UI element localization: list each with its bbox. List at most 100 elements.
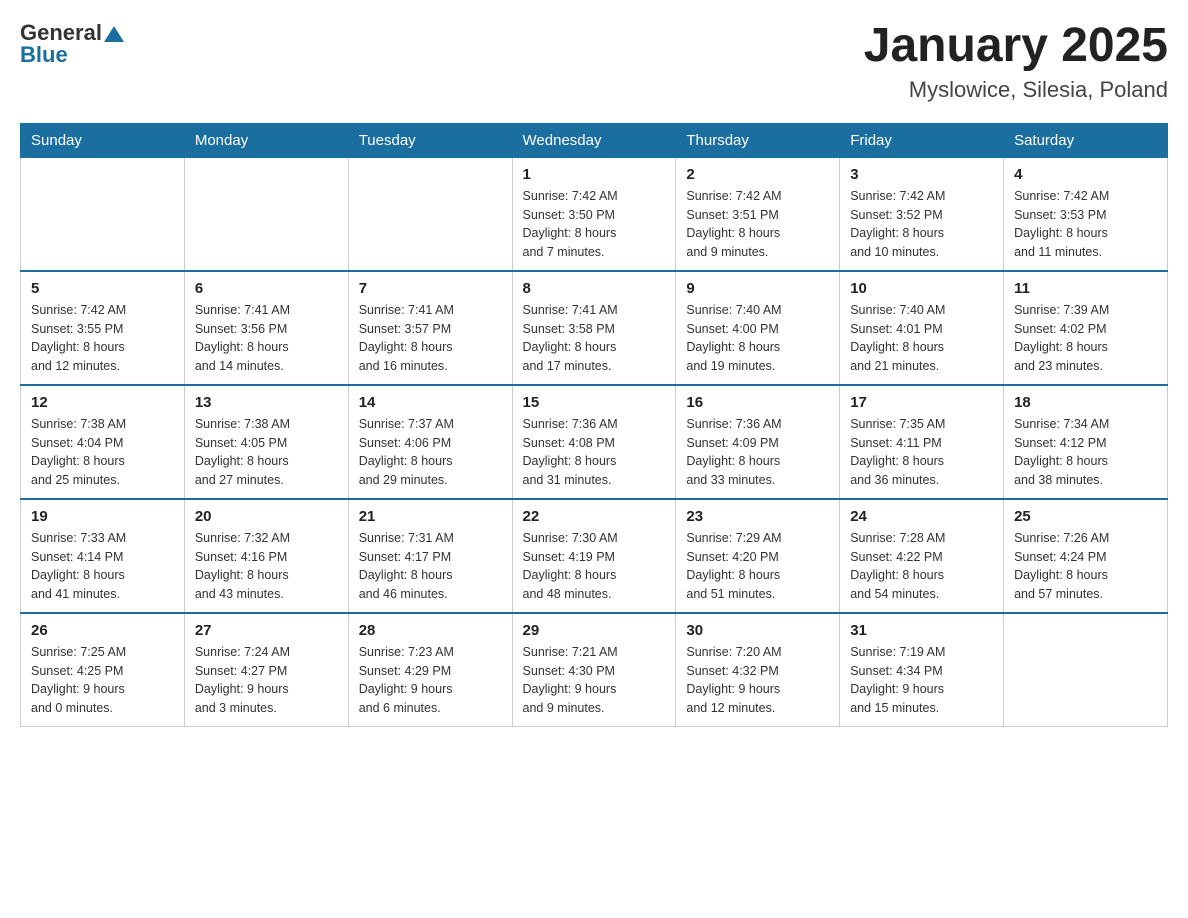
day-number: 15 bbox=[523, 394, 666, 411]
calendar-cell: 30 Sunrise: 7:20 AM Sunset: 4:32 PM Dayli… bbox=[676, 613, 840, 727]
day-info: Sunrise: 7:26 AM Sunset: 4:24 PM Dayligh… bbox=[1014, 529, 1157, 604]
calendar-cell: 1 Sunrise: 7:42 AM Sunset: 3:50 PM Daylig… bbox=[512, 157, 676, 271]
calendar-cell: 16 Sunrise: 7:36 AM Sunset: 4:09 PM Dayli… bbox=[676, 385, 840, 499]
calendar-cell: 9Sunrise: 7:40 AM Sunset: 4:00 PM Daylig… bbox=[676, 271, 840, 385]
calendar-table: SundayMondayTuesdayWednesdayThursdayFrid… bbox=[20, 123, 1168, 727]
calendar-cell: 24 Sunrise: 7:28 AM Sunset: 4:22 PM Dayli… bbox=[840, 499, 1004, 613]
day-info: Sunrise: 7:41 AM Sunset: 3:57 PM Dayligh… bbox=[359, 301, 502, 376]
day-info: Sunrise: 7:41 AM Sunset: 3:58 PM Dayligh… bbox=[523, 301, 666, 376]
calendar-header-sunday: Sunday bbox=[21, 123, 185, 157]
calendar-cell: 11 Sunrise: 7:39 AM Sunset: 4:02 PM Dayli… bbox=[1004, 271, 1168, 385]
calendar-cell: 12 Sunrise: 7:38 AM Sunset: 4:04 PM Dayli… bbox=[21, 385, 185, 499]
calendar-cell: 20 Sunrise: 7:32 AM Sunset: 4:16 PM Dayli… bbox=[184, 499, 348, 613]
day-info: Sunrise: 7:40 AM Sunset: 4:01 PM Dayligh… bbox=[850, 301, 993, 376]
calendar-week-row: 26 Sunrise: 7:25 AM Sunset: 4:25 PM Dayli… bbox=[21, 613, 1168, 727]
day-info: Sunrise: 7:32 AM Sunset: 4:16 PM Dayligh… bbox=[195, 529, 338, 604]
day-info: Sunrise: 7:24 AM Sunset: 4:27 PM Dayligh… bbox=[195, 643, 338, 718]
day-number: 23 bbox=[686, 508, 829, 525]
day-number: 11 bbox=[1014, 280, 1157, 297]
day-info: Sunrise: 7:41 AM Sunset: 3:56 PM Dayligh… bbox=[195, 301, 338, 376]
calendar-week-row: 19 Sunrise: 7:33 AM Sunset: 4:14 PM Dayli… bbox=[21, 499, 1168, 613]
day-info: Sunrise: 7:21 AM Sunset: 4:30 PM Dayligh… bbox=[523, 643, 666, 718]
day-info: Sunrise: 7:34 AM Sunset: 4:12 PM Dayligh… bbox=[1014, 415, 1157, 490]
calendar-cell bbox=[184, 157, 348, 271]
day-number: 1 bbox=[523, 166, 666, 183]
calendar-cell: 31Sunrise: 7:19 AM Sunset: 4:34 PM Dayli… bbox=[840, 613, 1004, 727]
day-info: Sunrise: 7:42 AM Sunset: 3:55 PM Dayligh… bbox=[31, 301, 174, 376]
day-info: Sunrise: 7:38 AM Sunset: 4:04 PM Dayligh… bbox=[31, 415, 174, 490]
calendar-cell: 19 Sunrise: 7:33 AM Sunset: 4:14 PM Dayli… bbox=[21, 499, 185, 613]
calendar-cell bbox=[1004, 613, 1168, 727]
day-info: Sunrise: 7:36 AM Sunset: 4:09 PM Dayligh… bbox=[686, 415, 829, 490]
day-info: Sunrise: 7:39 AM Sunset: 4:02 PM Dayligh… bbox=[1014, 301, 1157, 376]
calendar-header-monday: Monday bbox=[184, 123, 348, 157]
calendar-header-wednesday: Wednesday bbox=[512, 123, 676, 157]
logo: General Blue bbox=[20, 20, 124, 68]
day-number: 30 bbox=[686, 622, 829, 639]
day-number: 16 bbox=[686, 394, 829, 411]
calendar-cell: 7 Sunrise: 7:41 AM Sunset: 3:57 PM Daylig… bbox=[348, 271, 512, 385]
day-number: 8 bbox=[523, 280, 666, 297]
day-number: 21 bbox=[359, 508, 502, 525]
day-number: 26 bbox=[31, 622, 174, 639]
day-info: Sunrise: 7:42 AM Sunset: 3:53 PM Dayligh… bbox=[1014, 187, 1157, 262]
day-number: 28 bbox=[359, 622, 502, 639]
calendar-header-thursday: Thursday bbox=[676, 123, 840, 157]
page-header: General Blue January 2025 Myslowice, Sil… bbox=[20, 20, 1168, 103]
calendar-cell bbox=[348, 157, 512, 271]
day-info: Sunrise: 7:23 AM Sunset: 4:29 PM Dayligh… bbox=[359, 643, 502, 718]
calendar-week-row: 1 Sunrise: 7:42 AM Sunset: 3:50 PM Daylig… bbox=[21, 157, 1168, 271]
day-number: 20 bbox=[195, 508, 338, 525]
day-number: 25 bbox=[1014, 508, 1157, 525]
day-info: Sunrise: 7:28 AM Sunset: 4:22 PM Dayligh… bbox=[850, 529, 993, 604]
day-number: 6 bbox=[195, 280, 338, 297]
calendar-week-row: 5Sunrise: 7:42 AM Sunset: 3:55 PM Daylig… bbox=[21, 271, 1168, 385]
calendar-cell: 29 Sunrise: 7:21 AM Sunset: 4:30 PM Dayli… bbox=[512, 613, 676, 727]
day-info: Sunrise: 7:31 AM Sunset: 4:17 PM Dayligh… bbox=[359, 529, 502, 604]
calendar-cell: 8 Sunrise: 7:41 AM Sunset: 3:58 PM Daylig… bbox=[512, 271, 676, 385]
day-number: 19 bbox=[31, 508, 174, 525]
day-number: 17 bbox=[850, 394, 993, 411]
day-number: 4 bbox=[1014, 166, 1157, 183]
calendar-week-row: 12 Sunrise: 7:38 AM Sunset: 4:04 PM Dayli… bbox=[21, 385, 1168, 499]
day-number: 9 bbox=[686, 280, 829, 297]
day-info: Sunrise: 7:33 AM Sunset: 4:14 PM Dayligh… bbox=[31, 529, 174, 604]
calendar-header-row: SundayMondayTuesdayWednesdayThursdayFrid… bbox=[21, 123, 1168, 157]
calendar-header-friday: Friday bbox=[840, 123, 1004, 157]
day-info: Sunrise: 7:42 AM Sunset: 3:51 PM Dayligh… bbox=[686, 187, 829, 262]
day-number: 12 bbox=[31, 394, 174, 411]
calendar-cell: 28 Sunrise: 7:23 AM Sunset: 4:29 PM Dayli… bbox=[348, 613, 512, 727]
calendar-cell: 10 Sunrise: 7:40 AM Sunset: 4:01 PM Dayli… bbox=[840, 271, 1004, 385]
day-info: Sunrise: 7:25 AM Sunset: 4:25 PM Dayligh… bbox=[31, 643, 174, 718]
day-number: 18 bbox=[1014, 394, 1157, 411]
day-info: Sunrise: 7:30 AM Sunset: 4:19 PM Dayligh… bbox=[523, 529, 666, 604]
calendar-cell: 15 Sunrise: 7:36 AM Sunset: 4:08 PM Dayli… bbox=[512, 385, 676, 499]
day-info: Sunrise: 7:37 AM Sunset: 4:06 PM Dayligh… bbox=[359, 415, 502, 490]
calendar-cell: 5Sunrise: 7:42 AM Sunset: 3:55 PM Daylig… bbox=[21, 271, 185, 385]
day-info: Sunrise: 7:35 AM Sunset: 4:11 PM Dayligh… bbox=[850, 415, 993, 490]
day-info: Sunrise: 7:36 AM Sunset: 4:08 PM Dayligh… bbox=[523, 415, 666, 490]
day-info: Sunrise: 7:42 AM Sunset: 3:50 PM Dayligh… bbox=[523, 187, 666, 262]
calendar-cell bbox=[21, 157, 185, 271]
calendar-cell: 3Sunrise: 7:42 AM Sunset: 3:52 PM Daylig… bbox=[840, 157, 1004, 271]
day-number: 13 bbox=[195, 394, 338, 411]
day-info: Sunrise: 7:20 AM Sunset: 4:32 PM Dayligh… bbox=[686, 643, 829, 718]
month-title: January 2025 bbox=[864, 20, 1168, 73]
calendar-cell: 13 Sunrise: 7:38 AM Sunset: 4:05 PM Dayli… bbox=[184, 385, 348, 499]
day-number: 14 bbox=[359, 394, 502, 411]
calendar-cell: 6 Sunrise: 7:41 AM Sunset: 3:56 PM Daylig… bbox=[184, 271, 348, 385]
day-number: 29 bbox=[523, 622, 666, 639]
day-number: 7 bbox=[359, 280, 502, 297]
calendar-cell: 17 Sunrise: 7:35 AM Sunset: 4:11 PM Dayli… bbox=[840, 385, 1004, 499]
calendar-header-tuesday: Tuesday bbox=[348, 123, 512, 157]
calendar-cell: 21 Sunrise: 7:31 AM Sunset: 4:17 PM Dayli… bbox=[348, 499, 512, 613]
day-number: 2 bbox=[686, 166, 829, 183]
day-number: 10 bbox=[850, 280, 993, 297]
location-subtitle: Myslowice, Silesia, Poland bbox=[864, 77, 1168, 103]
day-number: 24 bbox=[850, 508, 993, 525]
day-info: Sunrise: 7:42 AM Sunset: 3:52 PM Dayligh… bbox=[850, 187, 993, 262]
calendar-cell: 25 Sunrise: 7:26 AM Sunset: 4:24 PM Dayli… bbox=[1004, 499, 1168, 613]
title-section: January 2025 Myslowice, Silesia, Poland bbox=[864, 20, 1168, 103]
day-info: Sunrise: 7:38 AM Sunset: 4:05 PM Dayligh… bbox=[195, 415, 338, 490]
calendar-cell: 2 Sunrise: 7:42 AM Sunset: 3:51 PM Daylig… bbox=[676, 157, 840, 271]
